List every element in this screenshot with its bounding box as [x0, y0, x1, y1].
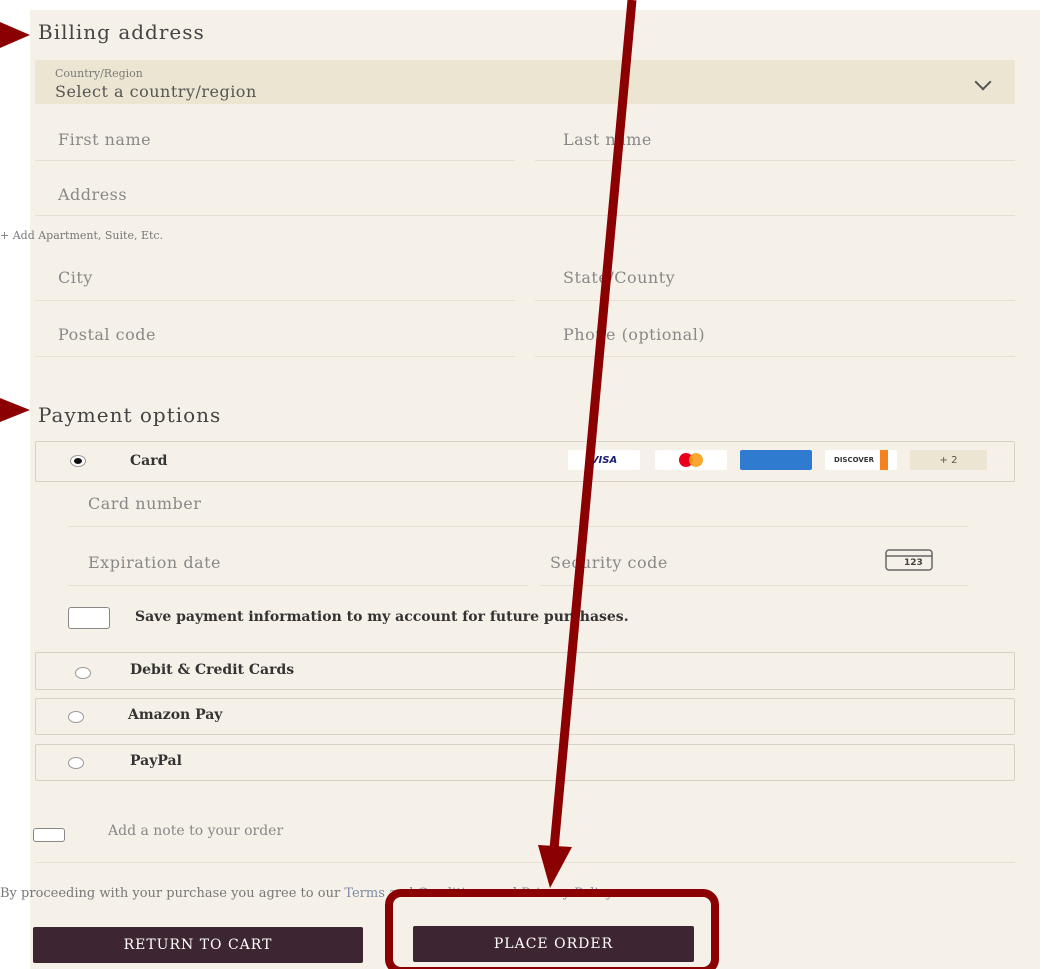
country-value: Select a country/region	[55, 82, 257, 101]
cvc-badge-text: 123	[904, 558, 923, 568]
debit-credit-radio[interactable]	[75, 667, 91, 679]
country-select[interactable]: Country/Region Select a country/region	[35, 60, 1015, 104]
debit-credit-label: Debit & Credit Cards	[130, 662, 295, 678]
last-name-field[interactable]: Last name	[563, 130, 652, 149]
discover-text: DISCOVER	[834, 456, 874, 464]
billing-title: Billing address	[38, 20, 205, 44]
first-name-field[interactable]: First name	[58, 130, 151, 149]
card-label: Card	[130, 453, 168, 469]
discover-icon: DISCOVER	[825, 450, 897, 470]
expiration-field[interactable]: Expiration date	[88, 553, 221, 572]
mastercard-icon	[655, 450, 727, 470]
legal-and: and	[492, 886, 518, 901]
paypal-label: PayPal	[130, 753, 182, 769]
annotation-arrow-payment	[0, 398, 30, 422]
visa-text: VISA	[590, 454, 618, 466]
order-note-checkbox[interactable]	[33, 828, 65, 842]
security-code-field[interactable]: Security code	[550, 553, 668, 572]
terms-link[interactable]: Terms and Conditions	[344, 886, 488, 901]
card-radio[interactable]	[70, 455, 86, 467]
address-field[interactable]: Address	[58, 185, 127, 204]
paypal-option[interactable]	[35, 744, 1015, 781]
amazon-pay-radio[interactable]	[68, 711, 84, 723]
city-field[interactable]: City	[58, 268, 93, 287]
place-order-button[interactable]: PLACE ORDER	[413, 926, 694, 962]
amex-icon	[740, 450, 812, 470]
privacy-link[interactable]: Privacy Policy	[521, 886, 613, 901]
card-number-field[interactable]: Card number	[88, 494, 201, 513]
add-apartment-link[interactable]: + Add Apartment, Suite, Etc.	[0, 229, 163, 242]
save-payment-checkbox[interactable]	[68, 607, 110, 629]
state-field[interactable]: State/County	[563, 268, 675, 287]
country-label: Country/Region	[55, 67, 143, 80]
annotation-arrow-billing	[0, 22, 30, 48]
phone-field[interactable]: Phone (optional)	[563, 325, 705, 344]
return-to-cart-button[interactable]: RETURN TO CART	[33, 927, 363, 963]
more-cards-badge: + 2	[910, 450, 987, 470]
visa-icon: VISA	[568, 450, 640, 470]
paypal-radio[interactable]	[68, 757, 84, 769]
save-payment-label: Save payment information to my account f…	[135, 609, 629, 625]
chevron-down-icon	[974, 73, 992, 91]
cvc-card-icon: 123	[884, 548, 946, 574]
postal-code-field[interactable]: Postal code	[58, 325, 156, 344]
legal-text: By proceeding with your purchase you agr…	[0, 886, 613, 901]
legal-prefix: By proceeding with your purchase you agr…	[0, 886, 341, 901]
order-note-label: Add a note to your order	[108, 823, 284, 839]
payment-title: Payment options	[38, 403, 222, 427]
amazon-pay-label: Amazon Pay	[128, 707, 223, 723]
